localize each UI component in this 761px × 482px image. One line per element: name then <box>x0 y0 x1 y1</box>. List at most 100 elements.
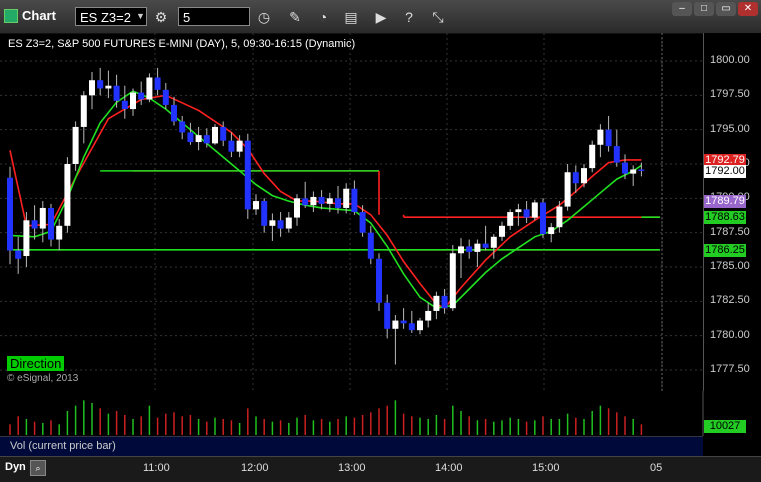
time-axis[interactable]: Dyn ⌕ 11:00 12:00 13:00 14:00 15:00 05 <box>0 456 761 482</box>
price-chart[interactable] <box>0 33 703 391</box>
gear-icon[interactable]: ⚙ <box>150 6 172 28</box>
candle-body <box>613 146 620 163</box>
candle-body <box>499 225 505 237</box>
candle-body <box>408 323 415 331</box>
candle-body <box>23 220 30 257</box>
candle-body <box>466 246 473 252</box>
candle-body <box>449 253 456 309</box>
candle-body <box>507 212 514 226</box>
candle-body <box>269 220 276 226</box>
restore-button[interactable]: ▭ <box>716 2 736 16</box>
candle-body <box>367 232 374 259</box>
candle-body <box>417 320 423 331</box>
candle-body <box>236 140 243 152</box>
candle-body <box>72 126 79 164</box>
candle-body <box>556 206 563 228</box>
pencil-icon[interactable]: ✎ <box>284 6 306 28</box>
candle-body <box>261 201 268 226</box>
candle-body <box>572 172 579 184</box>
price-tick-label: 1785.00 <box>710 260 750 272</box>
candle-body <box>154 77 161 90</box>
link-icon[interactable]: ⤡ <box>427 6 449 28</box>
candle-body <box>138 92 145 100</box>
candle-body <box>277 220 284 229</box>
candle-body <box>15 250 22 259</box>
candle-body <box>89 80 95 96</box>
interval-input[interactable]: 5 <box>178 7 250 26</box>
time-tick-label: 14:00 <box>435 462 463 474</box>
candle-body <box>531 202 538 218</box>
candle-body <box>105 85 112 89</box>
candle-body <box>195 135 202 143</box>
clock-icon[interactable]: ◷ <box>253 6 275 28</box>
magnifier-icon[interactable]: ⌕ <box>30 460 46 476</box>
chart-app-icon <box>4 9 18 23</box>
minimize-button[interactable]: – <box>672 2 692 16</box>
candle-body <box>523 209 530 218</box>
candle-body <box>48 207 54 240</box>
time-tick-label: 13:00 <box>338 462 366 474</box>
price-marker-label: 1789.79 <box>704 195 746 209</box>
candle-body <box>326 198 333 204</box>
candle-body <box>400 320 407 324</box>
price-marker-label: 1792.00 <box>704 164 746 178</box>
candle-body <box>458 246 464 254</box>
candle-body <box>433 295 440 311</box>
price-marker-label: 1786.25 <box>704 243 746 257</box>
play-icon[interactable]: ▶ <box>370 6 392 28</box>
speedometer-icon[interactable]: ◔ <box>312 6 334 28</box>
candle-body <box>597 129 604 145</box>
candle-body <box>441 295 448 309</box>
maximize-button[interactable]: □ <box>694 2 714 16</box>
candle-body <box>376 258 382 303</box>
red-moving-average <box>9 94 642 310</box>
candle-body <box>121 100 128 110</box>
price-tick-label: 1780.00 <box>710 328 750 341</box>
candle-body <box>97 80 104 89</box>
chart-window: Chart ES Z3=2 ▼ ⚙ 5 ◷ ✎ ◔ ▤ ▶ ? ⤡ – □ ▭ … <box>0 0 761 482</box>
candle-body <box>39 207 46 229</box>
candle-body <box>244 140 251 210</box>
candle-body <box>294 198 300 218</box>
price-tick-label: 1795.00 <box>710 122 750 135</box>
candle-body <box>187 132 194 143</box>
candle-body <box>179 121 186 133</box>
time-tick-label: 11:00 <box>143 462 170 474</box>
price-tick-label: 1777.50 <box>710 363 750 375</box>
chart-header: ES Z3=2, S&P 500 FUTURES E-MINI (DAY), 5… <box>8 38 356 50</box>
candle-body <box>80 95 87 127</box>
candle-body <box>335 198 341 208</box>
candle-body <box>589 144 596 169</box>
candle-body <box>56 225 63 240</box>
window-title: Chart <box>22 8 56 23</box>
candle-body <box>343 188 350 208</box>
volume-label: Vol (current price bar) <box>10 440 116 452</box>
candle-body <box>474 243 481 252</box>
formula-icon[interactable]: ▤ <box>340 6 362 28</box>
time-tick-label: 15:00 <box>532 462 560 474</box>
candle-body <box>285 217 292 229</box>
candle-body <box>482 243 489 248</box>
candle-body <box>359 212 366 233</box>
chevron-down-icon[interactable]: ▼ <box>136 7 147 26</box>
candle-body <box>638 169 645 171</box>
candle-body <box>113 85 120 101</box>
volume-panel-header: Vol (current price bar) <box>0 436 703 457</box>
candle-body <box>220 126 227 141</box>
mode-label: Dyn <box>5 461 26 473</box>
candle-body <box>351 188 358 213</box>
candle-body <box>318 196 325 204</box>
candle-body <box>630 169 637 174</box>
time-tick-label: 05 <box>650 462 663 474</box>
direction-label: Direction <box>7 356 65 371</box>
price-tick-label: 1797.50 <box>710 88 750 101</box>
candle-body <box>130 92 136 110</box>
help-icon[interactable]: ? <box>398 6 420 28</box>
price-tick-label: 1787.50 <box>710 225 750 238</box>
candle-body <box>425 310 432 321</box>
close-button[interactable]: ✕ <box>738 2 758 16</box>
copyright: © eSignal, 2013 <box>7 373 79 384</box>
candle-body <box>228 140 235 152</box>
candle-body <box>548 227 555 235</box>
candle-body <box>162 89 169 105</box>
